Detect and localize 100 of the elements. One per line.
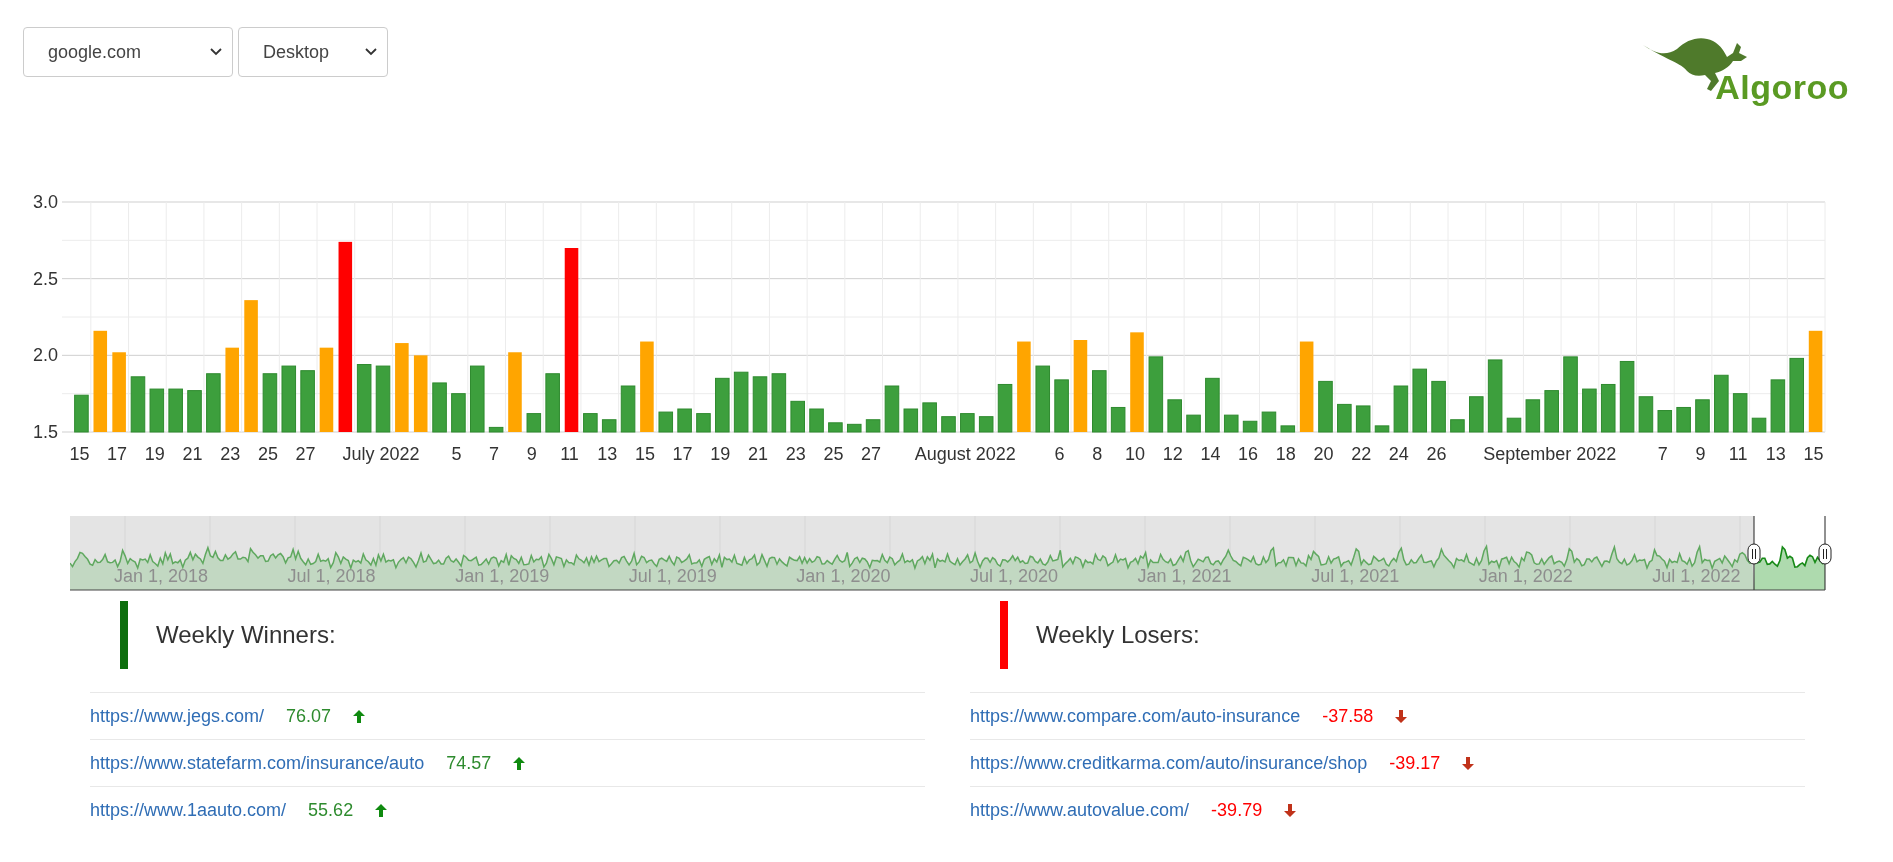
x-axis-label: 5 (451, 444, 462, 464)
x-axis-label: 20 (1313, 444, 1334, 464)
url-link[interactable]: https://www.compare.com/auto-insurance (970, 705, 1301, 727)
bar (1035, 365, 1051, 433)
bar (1582, 388, 1597, 433)
bar (74, 394, 89, 433)
chevron-down-icon (210, 48, 222, 56)
bar (1544, 390, 1559, 433)
bar (997, 383, 1013, 433)
bar (846, 423, 862, 433)
logo-text: Algoroo (1715, 68, 1849, 107)
bar (1205, 377, 1220, 433)
list-heading: Weekly Losers: (1036, 621, 1200, 649)
x-axis-label: 17 (672, 444, 693, 464)
bar (978, 416, 994, 433)
chevron-down-icon (365, 48, 377, 56)
x-axis-label: August 2022 (914, 444, 1016, 464)
url-link[interactable]: https://www.autovalue.com/ (970, 799, 1190, 821)
bar (488, 426, 504, 433)
y-axis-label: 2.0 (32, 345, 58, 366)
x-axis-label: 13 (597, 444, 618, 464)
x-axis-label: 7 (489, 444, 500, 464)
bar (696, 413, 711, 433)
x-axis-label: 19 (710, 444, 731, 464)
score-value: -39.79 (1211, 799, 1263, 821)
bar (1770, 379, 1786, 433)
x-axis-label: 23 (785, 444, 806, 464)
url-link[interactable]: https://www.creditkarma.com/auto/insurance/shop (970, 752, 1368, 774)
arrow-down-icon (1462, 756, 1475, 770)
bar (1695, 399, 1710, 433)
bar (752, 376, 768, 433)
bar (1355, 405, 1371, 433)
x-axis-label: 25 (823, 444, 844, 464)
bar (771, 373, 787, 433)
dropdown[interactable]: Desktop (238, 27, 388, 77)
bar (1638, 396, 1654, 433)
score-value: -39.17 (1389, 752, 1441, 774)
bar (1657, 410, 1673, 433)
timeline-label: Jan 1, 2021 (1137, 566, 1232, 586)
handle[interactable] (1747, 543, 1761, 565)
y-axis-label: 1.5 (32, 422, 58, 442)
timeline-label: Jul 1, 2020 (969, 566, 1059, 586)
bar (1412, 368, 1427, 433)
url-link[interactable]: https://www.statefarm.com/insurance/auto (90, 752, 425, 774)
score-value: 55.62 (308, 799, 354, 821)
bar (1110, 406, 1126, 433)
bar (1186, 414, 1201, 433)
bar (206, 373, 221, 433)
x-axis-label: July 2022 (342, 444, 420, 464)
arrow-up-icon (353, 709, 366, 723)
timeline-label: Jul 1, 2019 (628, 566, 717, 586)
dropdown[interactable]: google.com (23, 27, 233, 77)
timeline-label: Jul 1, 2021 (1311, 566, 1400, 586)
arrow-up-icon (375, 803, 388, 817)
bar (1732, 393, 1748, 433)
x-axis-label: 18 (1275, 444, 1296, 464)
bar (1318, 380, 1333, 433)
x-axis-label: 17 (107, 444, 128, 464)
x-axis-label: 7 (1657, 444, 1668, 464)
x-axis-label: 16 (1238, 444, 1259, 464)
bar (526, 413, 542, 433)
bar (1393, 385, 1409, 433)
x-axis-label: 22 (1351, 444, 1372, 464)
bar (356, 364, 372, 433)
bar (130, 376, 146, 433)
bar (960, 413, 975, 433)
bar (601, 419, 617, 433)
url-link[interactable]: https://www.jegs.com/ (90, 705, 265, 727)
bar (1431, 380, 1446, 433)
timeline-label: Jul 1, 2022 (1652, 566, 1741, 586)
url-link[interactable]: https://www.1aauto.com/ (90, 799, 287, 821)
bar (470, 365, 485, 433)
handle[interactable] (1818, 543, 1832, 565)
y-axis-label: 3.0 (32, 192, 58, 212)
x-axis-label: 27 (295, 444, 316, 464)
x-axis-label: 21 (748, 444, 768, 464)
bar (1450, 419, 1465, 433)
x-axis-label: 10 (1125, 444, 1145, 464)
x-axis-label: 8 (1092, 444, 1103, 464)
bar (809, 408, 824, 433)
x-axis-label: 24 (1388, 444, 1409, 464)
x-axis-label: 6 (1054, 444, 1065, 464)
bar (1167, 399, 1182, 433)
bar (1242, 420, 1258, 433)
arrow-up-icon (513, 756, 526, 770)
timeline-label: Jan 1, 2018 (113, 566, 209, 586)
x-axis-label: 19 (144, 444, 165, 464)
x-axis-label: 15 (1803, 444, 1824, 464)
selected-range[interactable] (1753, 516, 1826, 591)
score-value: -37.58 (1322, 705, 1374, 727)
bar (1223, 414, 1239, 433)
timeline-label: Jul 1, 2018 (287, 566, 376, 586)
bar (187, 390, 202, 433)
bar (1676, 406, 1691, 433)
x-axis-label: 15 (69, 444, 90, 464)
bar (1751, 417, 1767, 433)
x-axis-label: 14 (1200, 444, 1221, 464)
x-axis-label: 9 (1695, 444, 1706, 464)
bar (168, 388, 183, 433)
bar (300, 370, 315, 433)
